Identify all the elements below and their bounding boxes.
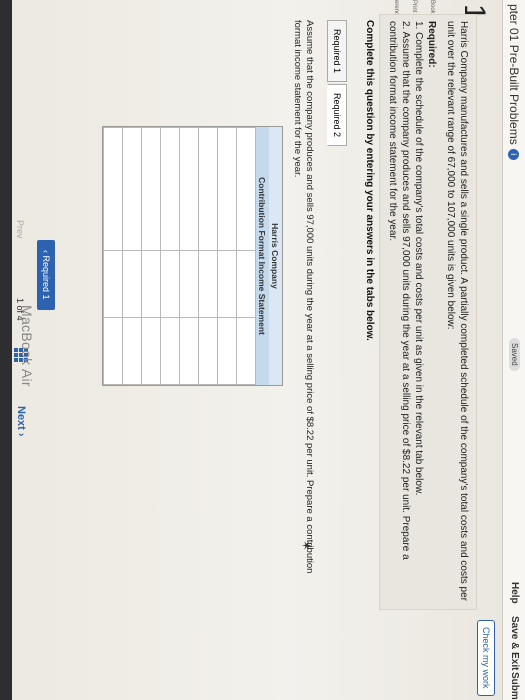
ebook-tool[interactable]: Book bbox=[429, 0, 435, 14]
statement-amount-cell[interactable] bbox=[103, 250, 123, 318]
print-tool[interactable]: Print bbox=[411, 0, 417, 12]
statement-amount-cell[interactable] bbox=[198, 250, 218, 318]
statement-amount-input[interactable] bbox=[104, 318, 123, 384]
statement-label-input[interactable] bbox=[104, 128, 123, 251]
statement-row bbox=[122, 127, 142, 385]
statement-label-cell[interactable] bbox=[141, 127, 161, 251]
statement-amount-cell[interactable] bbox=[141, 317, 161, 385]
tab-required-2[interactable]: Required 2 bbox=[327, 84, 347, 147]
statement-label-input[interactable] bbox=[199, 128, 218, 251]
statement-amount-cell[interactable] bbox=[160, 250, 180, 318]
statement-amount-input[interactable] bbox=[199, 251, 218, 318]
save-exit-button[interactable]: Save & Exit bbox=[509, 616, 520, 670]
next-label: Next bbox=[15, 406, 27, 430]
prev-link[interactable]: Prev bbox=[15, 220, 25, 239]
statement-table bbox=[103, 127, 256, 385]
statement-amount-input[interactable] bbox=[218, 251, 237, 318]
statement-amount-input[interactable] bbox=[237, 318, 256, 384]
statement-label-input[interactable] bbox=[142, 128, 161, 251]
statement-row bbox=[198, 127, 218, 385]
statement-row bbox=[103, 127, 123, 385]
prev-required-button[interactable]: ‹ Required 1 bbox=[37, 240, 55, 310]
statement-label-cell[interactable] bbox=[236, 127, 256, 251]
statement-amount-input[interactable] bbox=[218, 318, 237, 384]
statement-amount-cell[interactable] bbox=[198, 317, 218, 385]
instructions-text: Complete this question by entering your … bbox=[364, 20, 375, 341]
chapter-title: pter 01 Pre-Built Problems i bbox=[507, 4, 521, 160]
statement-row bbox=[179, 127, 199, 385]
statement-amount-input[interactable] bbox=[142, 318, 161, 384]
saved-badge: Saved bbox=[509, 338, 520, 371]
browser-page: pter 01 Pre-Built Problems i Saved Help S… bbox=[0, 0, 525, 700]
tab-required-1[interactable]: Required 1 bbox=[327, 20, 347, 83]
requirement-1: 1. Complete the schedule of the company'… bbox=[413, 21, 424, 496]
statement-label-cell[interactable] bbox=[198, 127, 218, 251]
statement-amount-input[interactable] bbox=[237, 251, 256, 318]
statement-label-input[interactable] bbox=[180, 128, 199, 251]
statement-amount-input[interactable] bbox=[180, 251, 199, 318]
requirement-2: 2. Assume that the company produces and … bbox=[387, 21, 411, 560]
statement-amount-cell[interactable] bbox=[179, 317, 199, 385]
question-prompt: Harris Company manufactures and sells a … bbox=[379, 14, 477, 610]
statement-title: Contribution Format Income Statement bbox=[256, 127, 269, 385]
next-link[interactable]: Next › bbox=[15, 406, 27, 437]
statement-amount-input[interactable] bbox=[161, 318, 180, 384]
statement-label-cell[interactable] bbox=[160, 127, 180, 251]
statement-amount-cell[interactable] bbox=[217, 317, 237, 385]
statement-company: Harris Company bbox=[269, 127, 282, 385]
statement-amount-input[interactable] bbox=[161, 251, 180, 318]
statement-amount-cell[interactable] bbox=[179, 250, 199, 318]
tab-bar: Required 1Required 2 bbox=[327, 20, 347, 148]
statement-amount-cell[interactable] bbox=[217, 250, 237, 318]
chapter-title-text: pter 01 Pre-Built Problems bbox=[507, 4, 521, 145]
statement-amount-cell[interactable] bbox=[236, 250, 256, 318]
statement-amount-cell[interactable] bbox=[160, 317, 180, 385]
submit-button[interactable]: Submi bbox=[509, 672, 520, 700]
statement-label-input[interactable] bbox=[161, 128, 180, 251]
statement-amount-input[interactable] bbox=[199, 318, 218, 384]
page-current: 1 bbox=[15, 298, 25, 304]
prev-required-label: Required 1 bbox=[41, 255, 51, 300]
statement-label-cell[interactable] bbox=[179, 127, 199, 251]
top-bar: pter 01 Pre-Built Problems i Saved Help S… bbox=[502, 0, 525, 700]
assume-text: Assume that the company produces and sel… bbox=[292, 20, 315, 574]
check-my-work-button[interactable]: Check my work bbox=[477, 620, 495, 696]
statement-row bbox=[236, 127, 256, 385]
statement-label-input[interactable] bbox=[123, 128, 142, 251]
statement-amount-input[interactable] bbox=[123, 251, 142, 318]
statement-amount-cell[interactable] bbox=[141, 250, 161, 318]
statement-label-cell[interactable] bbox=[122, 127, 142, 251]
info-icon[interactable]: i bbox=[508, 148, 519, 160]
statement-row bbox=[217, 127, 237, 385]
prompt-intro: Harris Company manufactures and sells a … bbox=[445, 21, 469, 601]
required-label: Required: bbox=[426, 21, 437, 68]
screen: pter 01 Pre-Built Problems i Saved Help S… bbox=[0, 0, 525, 700]
left-toolbar: Book Print erences bbox=[365, 0, 435, 21]
statement-label-cell[interactable] bbox=[217, 127, 237, 251]
statement-amount-cell[interactable] bbox=[122, 250, 142, 318]
statement-row bbox=[160, 127, 180, 385]
statement-amount-input[interactable] bbox=[180, 318, 199, 384]
statement-label-cell[interactable] bbox=[103, 127, 123, 251]
income-statement: Harris Company Contribution Format Incom… bbox=[102, 126, 283, 386]
statement-amount-cell[interactable] bbox=[122, 317, 142, 385]
statement-amount-input[interactable] bbox=[123, 318, 142, 384]
help-button[interactable]: Help bbox=[509, 582, 520, 604]
statement-label-input[interactable] bbox=[237, 128, 256, 251]
statement-amount-cell[interactable] bbox=[103, 317, 123, 385]
statement-amount-cell[interactable] bbox=[236, 317, 256, 385]
laptop-bezel bbox=[0, 0, 12, 700]
statement-amount-input[interactable] bbox=[104, 251, 123, 318]
statement-amount-input[interactable] bbox=[142, 251, 161, 318]
statement-label-input[interactable] bbox=[218, 128, 237, 251]
statement-row bbox=[141, 127, 161, 385]
macbook-label: MacBook Air bbox=[19, 305, 35, 387]
mouse-cursor-icon: ✶ bbox=[299, 540, 314, 551]
